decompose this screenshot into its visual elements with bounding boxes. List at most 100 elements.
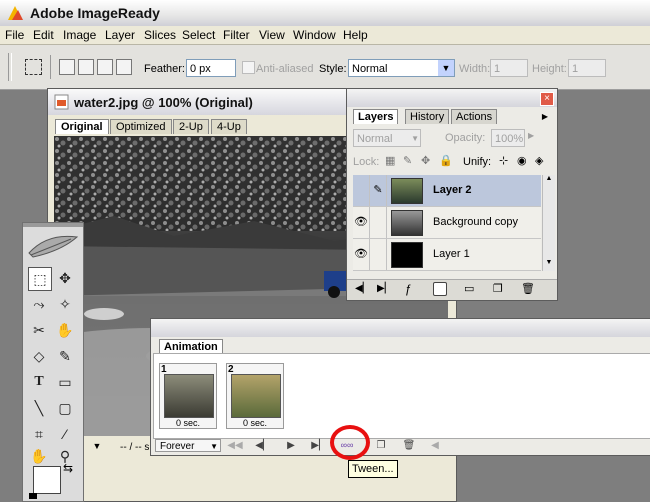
swap-colors-icon[interactable]: ⇆ bbox=[63, 461, 73, 475]
tab-2up[interactable]: 2-Up bbox=[173, 119, 209, 134]
height-input[interactable]: 1 bbox=[568, 59, 606, 77]
feather-logo-icon[interactable] bbox=[27, 231, 79, 261]
default-colors-icon[interactable] bbox=[29, 493, 37, 499]
menu-edit[interactable]: Edit bbox=[33, 28, 54, 42]
palette-grip[interactable] bbox=[23, 223, 83, 227]
animation-frame[interactable]: 1 0 sec. bbox=[159, 363, 217, 429]
intersect-selection-icon[interactable] bbox=[116, 59, 132, 75]
delete-frame-icon[interactable]: 🗑 bbox=[401, 439, 417, 452]
lock-transparency-icon[interactable]: ▦ bbox=[385, 154, 395, 167]
chevron-down-icon[interactable]: ▼ bbox=[411, 130, 419, 148]
menu-help[interactable]: Help bbox=[343, 28, 368, 42]
tab-animation[interactable]: Animation bbox=[159, 339, 223, 354]
opacity-input[interactable]: 100% bbox=[491, 129, 525, 147]
link-slot[interactable] bbox=[370, 207, 387, 238]
app-title: Adobe ImageReady bbox=[30, 5, 160, 21]
scroll-left-icon[interactable]: ◀ bbox=[427, 439, 443, 452]
layers-scrollbar[interactable]: ▲ ▼ bbox=[542, 175, 555, 271]
imageready-logo-icon bbox=[8, 6, 23, 20]
trash-icon[interactable]: 🗑 bbox=[521, 282, 535, 295]
eraser-icon[interactable]: ◇ bbox=[28, 345, 50, 367]
layers-panel-titlebar[interactable]: × bbox=[347, 89, 557, 107]
unify-style-icon[interactable]: ◈ bbox=[535, 154, 543, 167]
layer-row[interactable]: 👁 Background copy bbox=[353, 207, 541, 239]
previous-frame-icon[interactable]: ◀▏ bbox=[255, 439, 271, 452]
move-icon[interactable]: ✥ bbox=[54, 267, 76, 289]
animation-frame[interactable]: 2 0 sec. bbox=[226, 363, 284, 429]
magic-wand-icon[interactable]: ✧ bbox=[54, 293, 76, 315]
layer-name: Background copy bbox=[433, 216, 518, 228]
close-icon[interactable]: × bbox=[540, 92, 554, 106]
tab-optimized[interactable]: Optimized bbox=[110, 119, 172, 134]
layer-style-icon[interactable]: ƒ bbox=[405, 282, 412, 296]
previous-frame-icon[interactable]: ◀▏ bbox=[355, 283, 370, 294]
type-icon[interactable]: T bbox=[28, 371, 50, 393]
layer-mask-icon[interactable] bbox=[433, 282, 447, 296]
link-slot[interactable] bbox=[370, 239, 387, 270]
brush-icon[interactable]: ✎ bbox=[54, 345, 76, 367]
width-input[interactable]: 1 bbox=[490, 59, 528, 77]
hand-icon[interactable]: ✋ bbox=[28, 445, 50, 467]
play-icon[interactable]: ▶ bbox=[283, 439, 299, 452]
menu-select[interactable]: Select bbox=[182, 28, 215, 42]
duplicate-frame-icon[interactable]: ❐ bbox=[373, 439, 389, 452]
loop-select[interactable]: Forever ▼ bbox=[155, 439, 221, 452]
line-icon[interactable]: ╲ bbox=[28, 397, 50, 419]
new-selection-icon[interactable] bbox=[59, 59, 75, 75]
layer-row[interactable]: ✎ Layer 2 bbox=[353, 175, 541, 207]
tab-history[interactable]: History bbox=[405, 109, 450, 124]
rect-marquee-icon[interactable]: ⬚ bbox=[28, 267, 52, 291]
tab-actions[interactable]: Actions bbox=[451, 109, 498, 124]
options-grip[interactable] bbox=[8, 53, 12, 81]
frame-delay[interactable]: 0 sec. bbox=[243, 418, 267, 428]
menu-filter[interactable]: Filter bbox=[223, 28, 250, 42]
visibility-toggle[interactable] bbox=[353, 175, 370, 206]
rounded-rect-icon[interactable]: ▢ bbox=[54, 397, 76, 419]
menu-slices[interactable]: Slices bbox=[144, 28, 176, 42]
menu-file[interactable]: File bbox=[5, 28, 24, 42]
chevron-down-icon[interactable]: ▼ bbox=[438, 60, 454, 76]
opacity-arrow-icon[interactable]: ▶ bbox=[528, 131, 534, 140]
status-dropdown-icon[interactable]: ▼ bbox=[90, 441, 104, 453]
crop-icon[interactable]: ⌗ bbox=[28, 423, 50, 445]
foreground-color-swatch[interactable] bbox=[33, 466, 61, 494]
lock-position-icon[interactable]: ✥ bbox=[421, 154, 430, 167]
new-folder-icon[interactable]: ▭ bbox=[464, 282, 474, 295]
slice-select-icon[interactable]: ✋ bbox=[54, 319, 76, 341]
marquee-tool-icon[interactable] bbox=[25, 59, 42, 75]
layer-row[interactable]: 👁 Layer 1 bbox=[353, 239, 541, 271]
eye-icon[interactable]: 👁 bbox=[353, 239, 370, 270]
add-selection-icon[interactable] bbox=[78, 59, 94, 75]
eye-icon[interactable]: 👁 bbox=[353, 207, 370, 238]
subtract-selection-icon[interactable] bbox=[97, 59, 113, 75]
tab-layers[interactable]: Layers bbox=[353, 109, 399, 124]
next-frame-icon[interactable]: ▶▏ bbox=[377, 283, 392, 294]
lock-all-icon[interactable]: 🔒 bbox=[439, 154, 453, 167]
animation-panel-titlebar[interactable] bbox=[151, 319, 650, 337]
menu-image[interactable]: Image bbox=[63, 28, 96, 42]
new-layer-icon[interactable]: ❐ bbox=[493, 282, 503, 295]
tab-4up[interactable]: 4-Up bbox=[211, 119, 247, 134]
first-frame-icon[interactable]: ◀◀ bbox=[227, 439, 243, 452]
scroll-up-icon[interactable]: ▲ bbox=[543, 175, 555, 185]
menu-window[interactable]: Window bbox=[293, 28, 336, 42]
scroll-down-icon[interactable]: ▼ bbox=[543, 259, 555, 269]
rectangle-icon[interactable]: ▭ bbox=[54, 371, 76, 393]
panel-menu-icon[interactable]: ▶ bbox=[539, 111, 551, 123]
unify-position-icon[interactable]: ⊹ bbox=[499, 154, 508, 167]
lasso-icon[interactable]: ⤳ bbox=[28, 293, 50, 315]
frame-delay[interactable]: 0 sec. bbox=[176, 418, 200, 428]
tab-original[interactable]: Original bbox=[55, 119, 109, 134]
next-frame-icon[interactable]: ▶▏ bbox=[311, 439, 327, 452]
blend-mode-select[interactable]: Normal ▼ bbox=[353, 129, 421, 147]
eyedropper-icon[interactable]: ⁄ bbox=[54, 423, 76, 445]
slice-icon[interactable]: ✂ bbox=[28, 319, 50, 341]
feather-input[interactable]: 0 px bbox=[186, 59, 236, 77]
chevron-down-icon[interactable]: ▼ bbox=[210, 440, 218, 453]
unify-visibility-icon[interactable]: ◉ bbox=[517, 154, 527, 167]
style-select[interactable]: Normal ▼ bbox=[348, 59, 455, 77]
menu-layer[interactable]: Layer bbox=[105, 28, 135, 42]
menu-view[interactable]: View bbox=[259, 28, 285, 42]
antialiased-checkbox[interactable] bbox=[242, 61, 255, 74]
lock-paint-icon[interactable]: ✎ bbox=[403, 154, 412, 167]
